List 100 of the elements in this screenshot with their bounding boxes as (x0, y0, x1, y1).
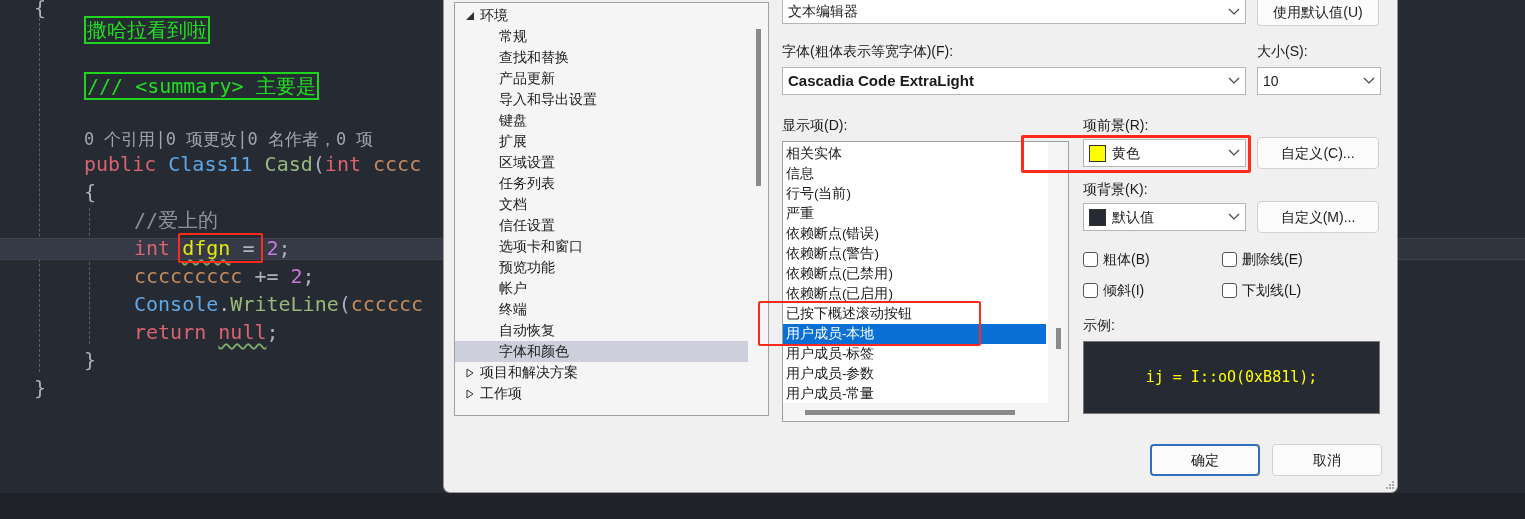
custom-color-button[interactable]: 自定义(M)... (1257, 201, 1379, 233)
highlighted-comment: 撒哈拉看到啦 (84, 16, 210, 44)
code-token: Console (134, 292, 219, 316)
checkbox-label: 下划线(L) (1242, 281, 1302, 300)
code-token: ; (278, 236, 291, 260)
code-token: Casd (263, 152, 313, 176)
field-label: 字体(粗体表示等宽字体)(F): (782, 42, 955, 61)
list-item[interactable]: 信息 (783, 164, 1046, 184)
code-token: ; (266, 320, 279, 344)
code-token: ( (312, 152, 325, 176)
code-token: return (134, 320, 208, 344)
code-token: += (253, 264, 280, 288)
size-dropdown[interactable]: 10 (1257, 67, 1381, 95)
color-dropdown[interactable]: 黄色 (1083, 139, 1246, 167)
checkbox-label: 删除线(E) (1242, 250, 1303, 269)
tree-item[interactable]: 帐户 (455, 278, 748, 299)
code-token: WriteLine (230, 292, 339, 316)
list-item[interactable]: 用户成员-标签 (783, 344, 1046, 364)
field-label: 显示项(D): (782, 116, 849, 135)
collapsed-triangle-icon[interactable] (465, 388, 475, 399)
chevron-down-icon (1228, 213, 1240, 221)
list-item[interactable]: 行号(当前) (783, 184, 1046, 204)
code-token: cccccc (350, 292, 423, 316)
tree-item[interactable]: 信任设置 (455, 215, 748, 236)
code-token: = (241, 236, 256, 260)
code-token: int (134, 236, 172, 260)
list-item[interactable]: 用户成员-参数 (783, 364, 1046, 384)
code-token: ( (338, 292, 351, 316)
tree-item[interactable]: 字体和颜色 (455, 341, 748, 362)
list-item[interactable]: 用户成员-常量 (783, 384, 1046, 404)
chevron-down-icon (1228, 77, 1240, 85)
tree-item[interactable]: 预览功能 (455, 257, 748, 278)
code-token: ; (302, 264, 315, 288)
tree-item[interactable]: 键盘 (455, 110, 748, 131)
list-item[interactable]: 用户成员-本地 (783, 324, 1046, 344)
collapsed-triangle-icon[interactable] (465, 367, 475, 378)
chevron-down-icon (1228, 7, 1240, 16)
list-item[interactable]: 依赖断点(已禁用) (783, 264, 1046, 284)
checkbox[interactable] (1222, 283, 1237, 298)
code-token: 2 (266, 236, 279, 260)
codelens-text: 0 个引用|0 项更改|0 名作者，0 项 (84, 129, 374, 149)
list-item[interactable]: 已按下概述滚动按钮 (783, 304, 1046, 324)
chevron-down-icon (1228, 149, 1240, 157)
highlighted-comment: /// <summary> 主要是 (84, 72, 319, 100)
field-label: 示例: (1083, 316, 1116, 335)
tree-item[interactable]: 扩展 (455, 131, 748, 152)
code-token: 2 (290, 264, 303, 288)
code-token: { (34, 0, 47, 20)
code-token: null (218, 320, 267, 344)
expanded-triangle-icon[interactable] (465, 10, 475, 21)
tree-item[interactable]: 区域设置 (455, 152, 748, 173)
checkbox[interactable] (1083, 252, 1098, 267)
code-token: dfgn (182, 236, 231, 260)
code-token: int (324, 152, 361, 176)
code-token: . (218, 292, 231, 316)
dialog-button[interactable]: 确定 (1150, 444, 1260, 476)
tree-item[interactable]: 常规 (455, 26, 748, 47)
checkbox[interactable] (1222, 252, 1237, 267)
scrollbar-thumb[interactable] (805, 410, 1015, 415)
tree-item[interactable]: 导入和导出设置 (455, 89, 748, 110)
color-dropdown[interactable]: 默认值 (1083, 203, 1246, 231)
code-token: public (84, 152, 157, 176)
code-token: //爱上的 (134, 208, 219, 232)
tree-item[interactable]: 自动恢复 (455, 320, 748, 341)
code-token: } (84, 348, 97, 372)
chevron-down-icon (1363, 77, 1375, 85)
tree-item[interactable]: 项目和解决方案 (455, 362, 748, 383)
code-token: { (84, 180, 97, 204)
code-token: cccc (372, 152, 422, 176)
code-token: Class11 (167, 152, 253, 176)
list-item[interactable]: 依赖断点(错误) (783, 224, 1046, 244)
dialog-button[interactable]: 取消 (1272, 444, 1382, 476)
tree-item[interactable]: 环境 (455, 5, 748, 26)
tree-item[interactable]: 产品更新 (455, 68, 748, 89)
resize-grip-icon (1384, 479, 1394, 489)
tree-item[interactable]: 任务列表 (455, 173, 748, 194)
custom-color-button[interactable]: 自定义(C)... (1257, 137, 1379, 169)
code-token: } (34, 376, 47, 400)
code-token: ccccccccc (134, 264, 243, 288)
scrollbar-thumb[interactable] (1056, 328, 1061, 349)
tree-item[interactable]: 终端 (455, 299, 748, 320)
sample-text: ij = I::oO(0xB81l); (1145, 367, 1318, 389)
tree-item[interactable]: 选项卡和窗口 (455, 236, 748, 257)
font-dropdown[interactable]: Cascadia Code ExtraLight (782, 67, 1246, 95)
tree-item[interactable]: 查找和替换 (455, 47, 748, 68)
settings-dropdown[interactable]: 文本编辑器 (782, 0, 1246, 24)
use-defaults-button[interactable]: 使用默认值(U) (1257, 0, 1379, 26)
list-item[interactable]: 严重 (783, 204, 1046, 224)
field-label: 项前景(R): (1083, 116, 1150, 135)
field-label: 项背景(K): (1083, 180, 1149, 199)
tree-item[interactable]: 工作项 (455, 383, 748, 404)
checkbox-label: 倾斜(I) (1103, 281, 1145, 300)
list-item[interactable]: 相关实体 (783, 144, 1046, 164)
scrollbar-thumb[interactable] (756, 29, 761, 186)
list-item[interactable]: 依赖断点(已启用) (783, 284, 1046, 304)
checkbox[interactable] (1083, 283, 1098, 298)
tree-item[interactable]: 文档 (455, 194, 748, 215)
checkbox-label: 粗体(B) (1103, 250, 1150, 269)
field-label: 大小(S): (1257, 42, 1309, 61)
list-item[interactable]: 依赖断点(警告) (783, 244, 1046, 264)
